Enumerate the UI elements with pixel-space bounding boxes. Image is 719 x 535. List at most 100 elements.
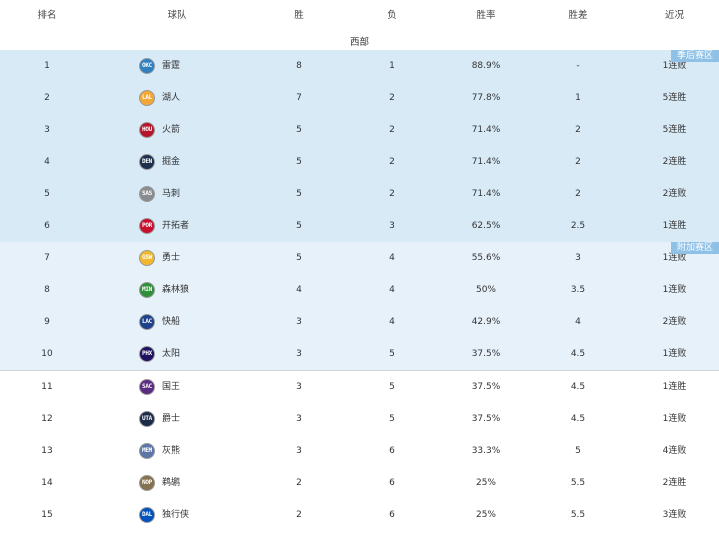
team-cell-inner: PHX 太阳 bbox=[139, 338, 180, 370]
games-behind-cell: 2 bbox=[575, 125, 581, 135]
team-cell-inner: MEM 灰熊 bbox=[139, 435, 180, 467]
team-name[interactable]: 独行侠 bbox=[162, 499, 189, 531]
team-cell[interactable]: POR 开拓者 bbox=[94, 210, 260, 242]
team-cell[interactable]: LAL 湖人 bbox=[94, 82, 260, 114]
team-name[interactable]: 鹈鹕 bbox=[162, 467, 180, 499]
team-name[interactable]: 爵士 bbox=[162, 403, 180, 435]
streak-cell: 2连胜 bbox=[662, 157, 687, 167]
losses-cell: 4 bbox=[389, 253, 395, 263]
wins-cell: 2 bbox=[296, 478, 302, 488]
games-behind-cell: 4.5 bbox=[570, 349, 586, 359]
team-cell[interactable]: DAL 独行侠 bbox=[94, 499, 260, 531]
table-row[interactable]: 9 LAC 快船 3 4 42.9% 4 2连败 bbox=[0, 306, 719, 338]
team-cell[interactable]: MIN 森林狼 bbox=[94, 274, 260, 306]
wins-cell: 3 bbox=[296, 414, 302, 424]
table-header: 排名 球队 胜 负 胜率 胜差 近况 bbox=[0, 0, 719, 32]
team-cell[interactable]: DEN 掘金 bbox=[94, 146, 260, 178]
team-name[interactable]: 快船 bbox=[162, 306, 180, 338]
wins-cell: 5 bbox=[296, 221, 302, 231]
team-name[interactable]: 湖人 bbox=[162, 82, 180, 114]
team-logo-icon: PHX bbox=[139, 346, 155, 362]
wins-cell: 5 bbox=[296, 125, 302, 135]
team-logo-icon: DEN bbox=[139, 154, 155, 170]
losses-cell: 5 bbox=[389, 414, 395, 424]
team-logo-icon: DAL bbox=[139, 507, 155, 523]
header-team[interactable]: 球队 bbox=[94, 0, 260, 32]
win-pct-cell: 37.5% bbox=[471, 349, 501, 359]
table-row[interactable]: 7 GSW 勇士 5 4 55.6% 3 1连败 附加赛区 bbox=[0, 242, 719, 274]
team-cell[interactable]: LAC 快船 bbox=[94, 306, 260, 338]
table-row[interactable]: 15 DAL 独行侠 2 6 25% 5.5 3连败 bbox=[0, 499, 719, 531]
team-logo-icon: SAC bbox=[139, 379, 155, 395]
team-name[interactable]: 灰熊 bbox=[162, 435, 180, 467]
streak-cell: 2连败 bbox=[662, 189, 687, 199]
losses-cell: 6 bbox=[389, 446, 395, 456]
wins-cell: 5 bbox=[296, 157, 302, 167]
header-wins[interactable]: 胜 bbox=[260, 0, 338, 32]
win-pct-cell: 25% bbox=[475, 478, 496, 488]
team-name[interactable]: 森林狼 bbox=[162, 274, 189, 306]
win-pct-cell: 71.4% bbox=[471, 157, 501, 167]
header-win-pct[interactable]: 胜率 bbox=[446, 0, 526, 32]
games-behind-cell: 5.5 bbox=[570, 478, 586, 488]
table-row[interactable]: 13 MEM 灰熊 3 6 33.3% 5 4连败 bbox=[0, 435, 719, 467]
standings-table: 排名 球队 胜 负 胜率 胜差 近况 西部 1 OKC 雷霆 8 1 88.9% - 1连败 季… bbox=[0, 0, 719, 531]
header-games-behind[interactable]: 胜差 bbox=[526, 0, 630, 32]
win-pct-cell: 62.5% bbox=[471, 221, 501, 231]
win-pct-cell: 50% bbox=[475, 285, 496, 295]
table-row[interactable]: 12 UTA 爵士 3 5 37.5% 4.5 1连败 bbox=[0, 403, 719, 435]
losses-cell: 6 bbox=[389, 510, 395, 520]
team-name[interactable]: 马刺 bbox=[162, 178, 180, 210]
team-logo-icon: UTA bbox=[139, 411, 155, 427]
losses-cell: 2 bbox=[389, 157, 395, 167]
rank-cell: 5 bbox=[44, 189, 50, 199]
rank-cell: 9 bbox=[44, 317, 50, 327]
losses-cell: 6 bbox=[389, 478, 395, 488]
table-row[interactable]: 1 OKC 雷霆 8 1 88.9% -1连败 季后赛区 bbox=[0, 50, 719, 82]
team-name[interactable]: 火箭 bbox=[162, 114, 180, 146]
team-cell[interactable]: NOP 鹈鹕 bbox=[94, 467, 260, 499]
streak-cell: 5连胜 bbox=[662, 125, 687, 135]
team-name[interactable]: 雷霆 bbox=[162, 50, 180, 82]
standings-rows: 1 OKC 雷霆 8 1 88.9% - 1连败 季后赛区 2 LAL 湖人 7 2 77.8% 1 5连胜 3 H… bbox=[0, 50, 719, 531]
team-name[interactable]: 勇士 bbox=[162, 242, 180, 274]
table-row[interactable]: 5 SAS 马刺 5 2 71.4% 2 2连败 bbox=[0, 178, 719, 210]
losses-cell: 3 bbox=[389, 221, 395, 231]
streak-cell: 1连败 bbox=[662, 414, 687, 424]
header-streak[interactable]: 近况 bbox=[630, 0, 719, 32]
win-pct-cell: 42.9% bbox=[471, 317, 501, 327]
table-row[interactable]: 3 HOU 火箭 5 2 71.4% 2 5连胜 bbox=[0, 114, 719, 146]
header-losses[interactable]: 负 bbox=[338, 0, 446, 32]
wins-cell: 8 bbox=[296, 61, 302, 71]
table-row[interactable]: 14 NOP 鹈鹕 2 6 25% 5.5 2连胜 bbox=[0, 467, 719, 499]
win-pct-cell: 55.6% bbox=[471, 253, 501, 263]
streak-cell: 2连胜 bbox=[662, 478, 687, 488]
win-pct-cell: 25% bbox=[475, 510, 496, 520]
team-name[interactable]: 开拓者 bbox=[162, 210, 189, 242]
team-cell[interactable]: SAC 国王 bbox=[94, 371, 260, 403]
games-behind-cell: 2 bbox=[575, 189, 581, 199]
team-cell[interactable]: UTA 爵士 bbox=[94, 403, 260, 435]
header-rank[interactable]: 排名 bbox=[0, 0, 94, 32]
team-cell[interactable]: SAS 马刺 bbox=[94, 178, 260, 210]
team-logo-icon: MIN bbox=[139, 282, 155, 298]
team-name[interactable]: 太阳 bbox=[162, 338, 180, 370]
team-cell-inner: MIN 森林狼 bbox=[139, 274, 189, 306]
rank-cell: 2 bbox=[44, 93, 50, 103]
team-cell[interactable]: PHX 太阳 bbox=[94, 338, 260, 370]
team-cell[interactable]: GSW 勇士 bbox=[94, 242, 260, 274]
team-name[interactable]: 国王 bbox=[162, 371, 180, 403]
losses-cell: 5 bbox=[389, 382, 395, 392]
team-cell[interactable]: HOU 火箭 bbox=[94, 114, 260, 146]
table-row[interactable]: 10 PHX 太阳 3 5 37.5% 4.5 1连败 bbox=[0, 338, 719, 371]
table-row[interactable]: 6 POR 开拓者 5 3 62.5% 2.5 1连胜 bbox=[0, 210, 719, 242]
table-row[interactable]: 4 DEN 掘金 5 2 71.4% 2 2连胜 bbox=[0, 146, 719, 178]
table-row[interactable]: 8 MIN 森林狼 4 4 50% 3.5 1连败 bbox=[0, 274, 719, 306]
table-row[interactable]: 11 SAC 国王 3 5 37.5% 4.5 1连胜 bbox=[0, 371, 719, 403]
team-logo-icon: POR bbox=[139, 218, 155, 234]
team-cell[interactable]: OKC 雷霆 bbox=[94, 50, 260, 82]
team-cell[interactable]: MEM 灰熊 bbox=[94, 435, 260, 467]
team-name[interactable]: 掘金 bbox=[162, 146, 180, 178]
losses-cell: 2 bbox=[389, 189, 395, 199]
table-row[interactable]: 2 LAL 湖人 7 2 77.8% 1 5连胜 bbox=[0, 82, 719, 114]
